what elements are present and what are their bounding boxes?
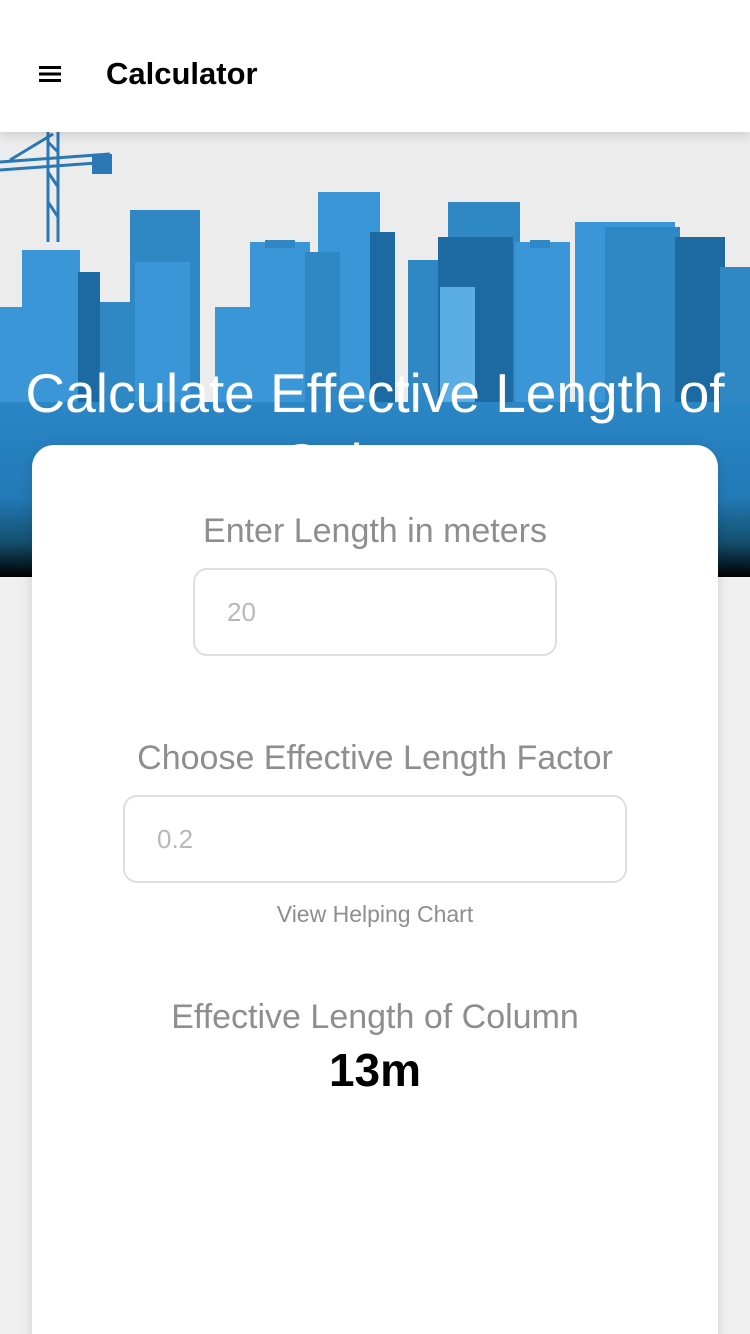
factor-label: Choose Effective Length Factor [137, 739, 613, 777]
result-value: 13m [328, 1044, 422, 1096]
result-label: Effective Length of Column [171, 998, 579, 1036]
length-label: Enter Length in meters [203, 512, 547, 550]
top-app-bar: Calculator [0, 0, 750, 132]
length-input[interactable] [193, 568, 557, 656]
menu-button[interactable] [30, 54, 70, 94]
factor-input[interactable] [123, 795, 627, 883]
calculator-card: Enter Length in meters Choose Effective … [32, 445, 718, 1334]
app-screen: Calculator Calculate Effective Length of… [0, 0, 750, 1334]
page-title: Calculator [106, 56, 258, 91]
view-helping-chart-link[interactable]: View Helping Chart [32, 899, 718, 929]
menu-icon [39, 66, 61, 82]
